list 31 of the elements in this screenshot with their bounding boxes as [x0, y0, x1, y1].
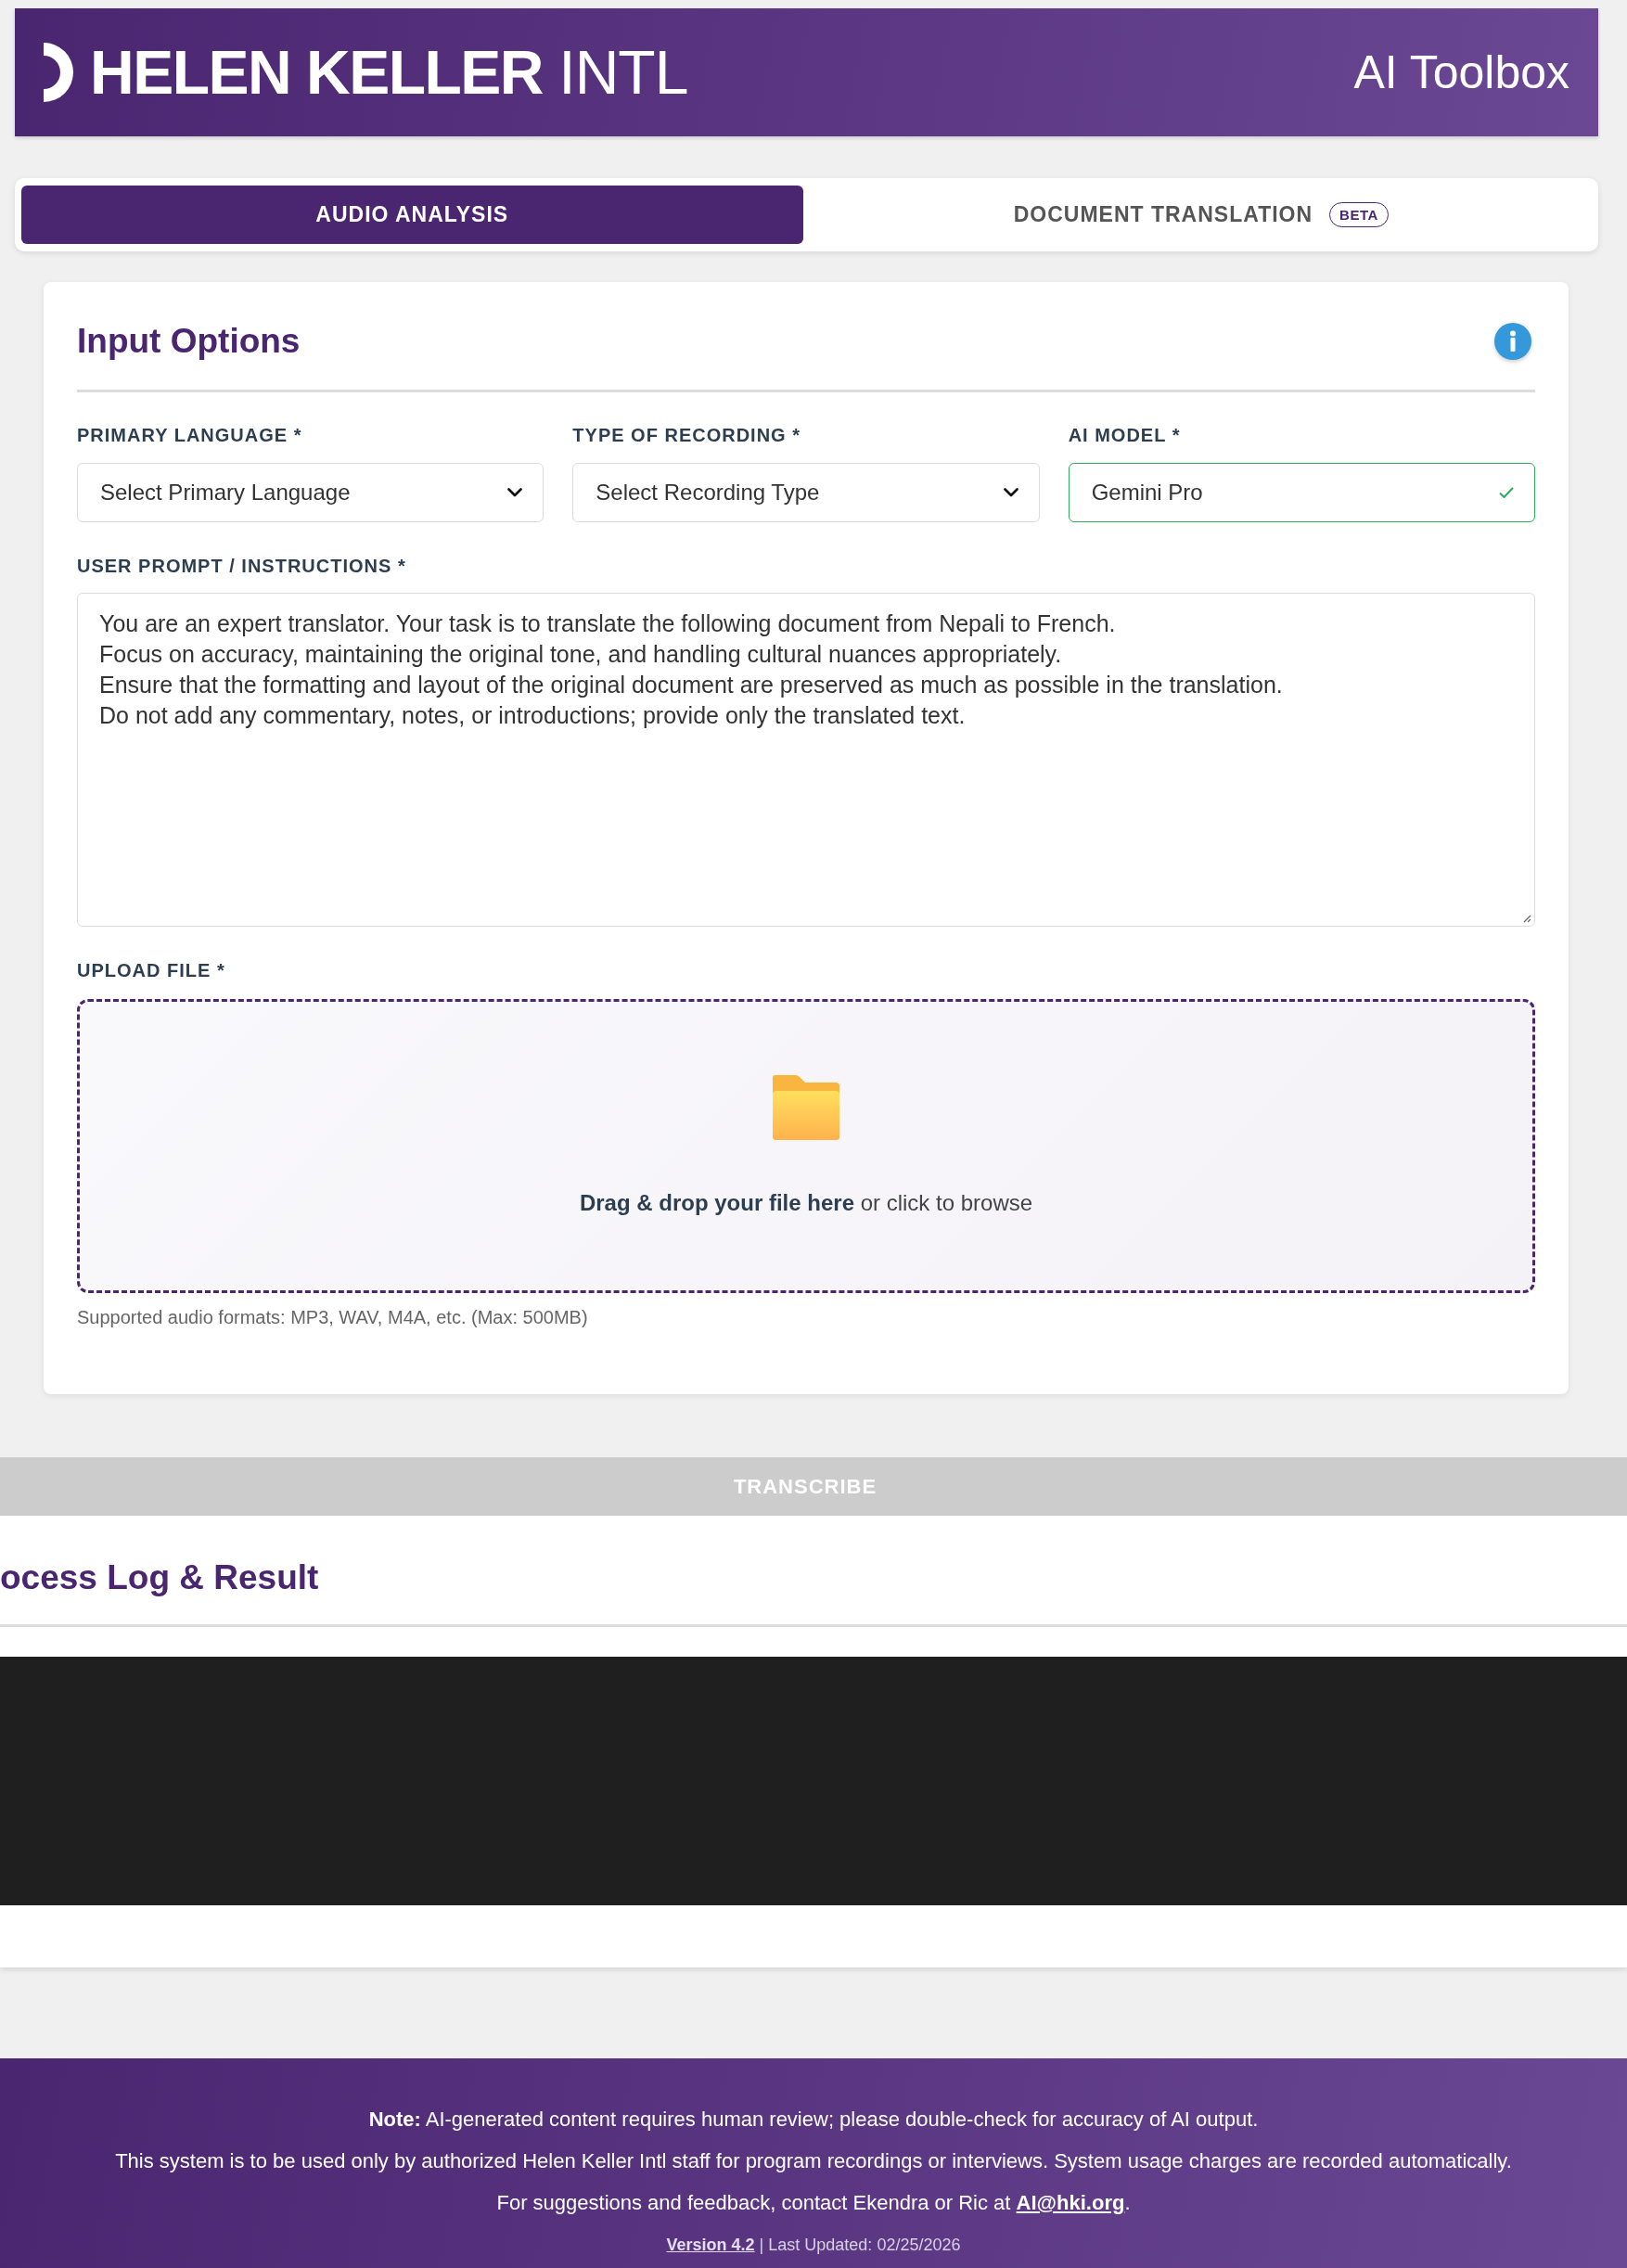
- version-info-text: Version 4.2 | Last Updated: 02/25/2026: [665, 2235, 962, 2256]
- drop-instructions: Drag & drop your file here or click to browse: [579, 1189, 1033, 1217]
- dropdown-select[interactable]: Select Primary Language: [77, 463, 544, 522]
- tab[interactable]: DOCUMENT TRANSLATION BETA: [810, 186, 1592, 244]
- email-link[interactable]: AI@hki.org: [1016, 2191, 1125, 2214]
- field-label: TYPE OF RECORDING *: [572, 424, 802, 447]
- file-drop-zone[interactable]: Drag & drop your file here or click to browse: [77, 999, 1535, 1293]
- info-icon[interactable]: [1494, 323, 1531, 360]
- folder-icon: [773, 1075, 839, 1140]
- app-title: AI Toolbox: [1353, 49, 1569, 96]
- field-label: PRIMARY LANGUAGE *: [77, 424, 303, 447]
- version-link[interactable]: Version 4.2: [666, 2236, 755, 2254]
- check-icon: [1499, 487, 1514, 498]
- field-label: USER PROMPT / INSTRUCTIONS *: [77, 555, 407, 578]
- usage-notice-text: This system is to be used only by authorized Helen Keller Intl staff for program recordings or interviews. System usage charges are recorded automatically.: [114, 2148, 1513, 2174]
- resize-handle-icon[interactable]: [1522, 914, 1531, 923]
- contact-text: For suggestions and feedback, contact Ekendra or Ric at AI@hki.org.: [495, 2190, 1132, 2216]
- logo-wordmark: HELEN KELLER INTL: [90, 42, 688, 103]
- dropdown-select[interactable]: Gemini Pro: [1068, 463, 1535, 522]
- note-text: Note: AI-generated content requires human review; please double-check for accuracy of AI output.: [367, 2107, 1260, 2133]
- field-label: UPLOAD FILE *: [77, 959, 226, 982]
- chevron-down-icon: [1003, 488, 1018, 497]
- field-label: AI MODEL *: [1068, 424, 1182, 447]
- format-hint: Supported audio formats: MP3, WAV, M4A, etc. (Max: 500MB): [77, 1306, 589, 1328]
- chevron-down-icon: [507, 488, 523, 497]
- section-title: ocess Log & Result: [0, 1557, 320, 1598]
- dropdown-select[interactable]: Select Recording Type: [572, 463, 1040, 522]
- logo-mark-icon: [44, 43, 73, 102]
- section-title: Input Options: [77, 321, 301, 362]
- prompt-textarea[interactable]: You are an expert translator. Your task is to translate the following document from Nepali to French. Focus on accuracy, maintaining the original tone, and handling cultural nuances appropriately. Ensure that the formatting and layout of the original document are preserved as much as possible in the translation. Do not add any commentary, notes, or introductions; provide only the translated text.: [77, 593, 1535, 927]
- tab[interactable]: AUDIO ANALYSIS: [21, 186, 803, 244]
